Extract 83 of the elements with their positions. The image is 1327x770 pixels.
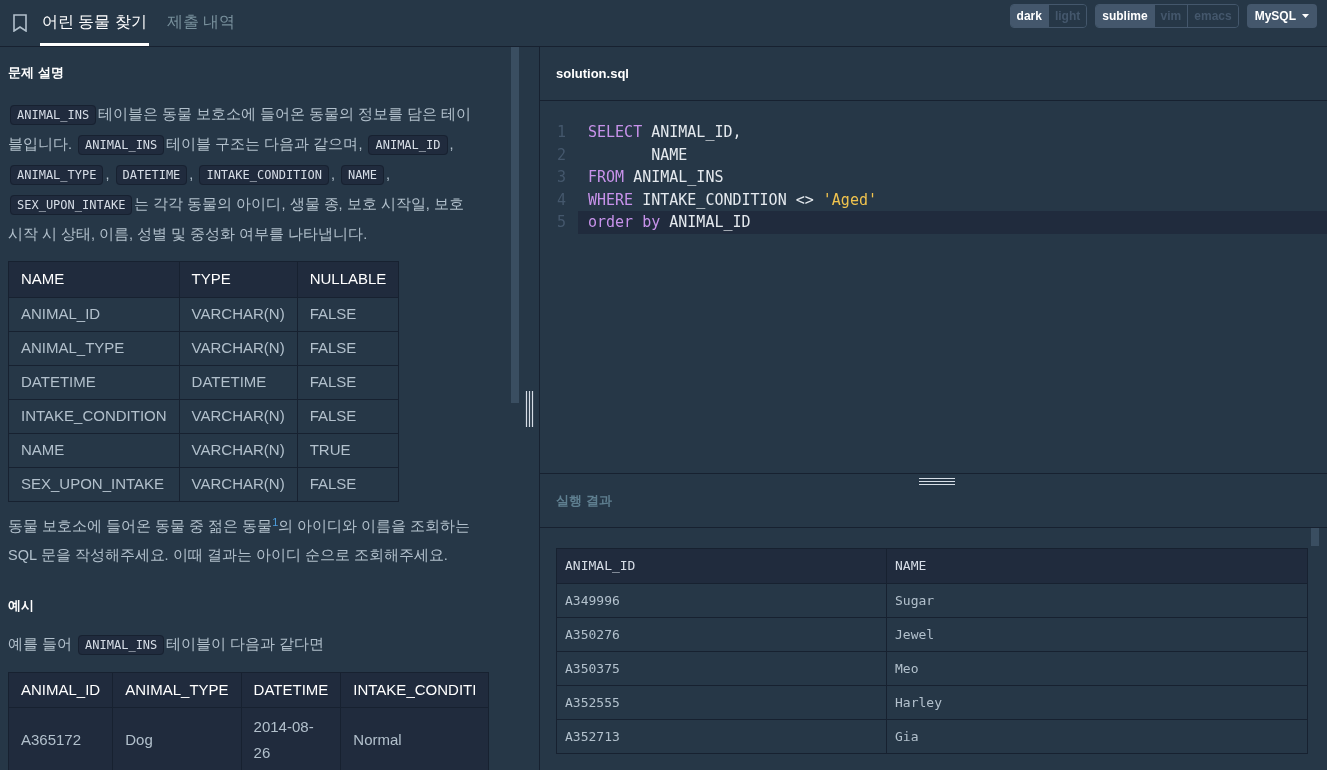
code-chip: ANIMAL_TYPE [10,165,104,185]
table-header-cell: TYPE [179,261,298,298]
tab[interactable]: 어린 동물 찾기 [40,0,149,46]
table-header-cell: NULLABLE [297,261,399,298]
code-line: NAME [650,144,688,166]
description-text: , [449,136,454,152]
file-name: solution.sql [556,64,629,83]
table-cell: A352555 [556,685,887,720]
table-cell: Meo [886,651,1308,686]
table-header-cell: DATETIME [241,672,341,708]
table-cell: Jewel [886,617,1308,652]
table-cell: Gia [886,719,1308,754]
description-text: 테이블 구조는 다음과 같으며, [166,136,363,152]
table-cell: Sugar [886,583,1308,618]
code-line: order by ANIMAL_ID [588,212,751,233]
table-header-cell: NAME [886,548,1308,584]
table-header-cell: ANIMAL_ID [556,548,887,584]
bookmark-icon[interactable] [12,14,28,32]
table-header-cell: INTAKE_CONDITI [340,672,489,708]
table-cell: 2014-08-26 [241,707,341,770]
code-chip: ANIMAL_ID [368,135,448,155]
table-cell: Normal [340,707,489,770]
table-cell: A349996 [556,583,887,618]
drag-handle-icon[interactable] [919,477,955,486]
toggle-option[interactable]: dark [1010,5,1048,27]
table-cell: VARCHAR(N) [179,467,298,502]
table-cell: DATETIME [8,365,180,400]
code-line: SELECT ANIMAL_ID, [588,122,742,143]
table-cell: NAME [8,433,180,468]
code-chip: NAME [341,165,384,185]
code-chip: DATETIME [115,165,188,185]
description-text: 블입니다. [8,136,73,152]
table-cell: FALSE [297,399,399,434]
table-header-cell: ANIMAL_TYPE [112,672,242,708]
table-cell: A350276 [556,617,887,652]
table-cell: INTAKE_CONDITION [8,399,180,434]
results-title: 실행 결과 [556,491,612,510]
table-cell: FALSE [297,331,399,366]
description-text: 테이블은 동물 보호소에 들어온 동물의 정보를 담은 테이 [98,106,472,122]
code-chip: ANIMAL_INS [78,135,165,155]
description-text: 시작 시 상태, 이름, 성별 및 중성화 여부를 나타냅니다. [8,226,368,242]
tab[interactable]: 제출 내역 [164,0,238,46]
code-chip: ANIMAL_INS [10,105,97,125]
code-line: FROM ANIMAL_INS [588,167,724,188]
description-text: , [331,166,336,182]
description-text: 테이블이 다음과 같다면 [166,636,325,652]
task-text: 동물 보호소에 들어온 동물 중 젊은 동물$^{1}$의 아이디와 이름을 조회하는 SQL 문을 작성해주세요. 이때 결과는 아이디 순으로 조회해주세요. [8,514,472,565]
table-cell: Dog [112,707,242,770]
resize-handle-icon[interactable] [525,390,534,427]
table-header-cell: ANIMAL_ID [8,672,113,708]
section-heading: 문제 설명 [8,65,65,81]
table-cell: Harley [886,685,1308,720]
description-text: , [105,166,110,182]
table-cell: FALSE [297,467,399,502]
table-cell: A365172 [8,707,113,770]
description-text: , [385,166,390,182]
table-cell: TRUE [297,433,399,468]
table-cell: FALSE [297,297,399,332]
language-dropdown[interactable]: MySQL [1246,4,1317,28]
table-cell: ANIMAL_ID [8,297,180,332]
code-chip: ANIMAL_INS [78,635,165,655]
scrollbar-thumb[interactable] [1311,528,1319,546]
table-cell: VARCHAR(N) [179,399,298,434]
table-header-cell: NAME [8,261,180,298]
description-text: 는 각각 동물의 아이디, 생물 종, 보호 시작일, 보호 [134,196,464,212]
table-cell: A352713 [556,719,887,754]
table-cell: A350375 [556,651,887,686]
table-cell: ANIMAL_TYPE [8,331,180,366]
description-text: , [189,166,194,182]
caret-icon [1302,14,1309,18]
code-chip: SEX_UPON_INTAKE [10,195,133,215]
section-heading: 예시 [8,598,35,614]
table-cell: VARCHAR(N) [179,433,298,468]
table-cell: VARCHAR(N) [179,297,298,332]
table-cell: FALSE [297,365,399,400]
code-chip: INTAKE_CONDITION [199,165,329,185]
toggle-option[interactable]: sublime [1096,5,1154,27]
table-cell: SEX_UPON_INTAKE [8,467,180,502]
table-cell: DATETIME [179,365,298,400]
table-cell: VARCHAR(N) [179,331,298,366]
description-text: 예를 들어 [8,636,73,652]
scrollbar-thumb[interactable] [511,47,519,403]
code-line: WHERE INTAKE_CONDITION <> 'Aged' [588,189,877,211]
